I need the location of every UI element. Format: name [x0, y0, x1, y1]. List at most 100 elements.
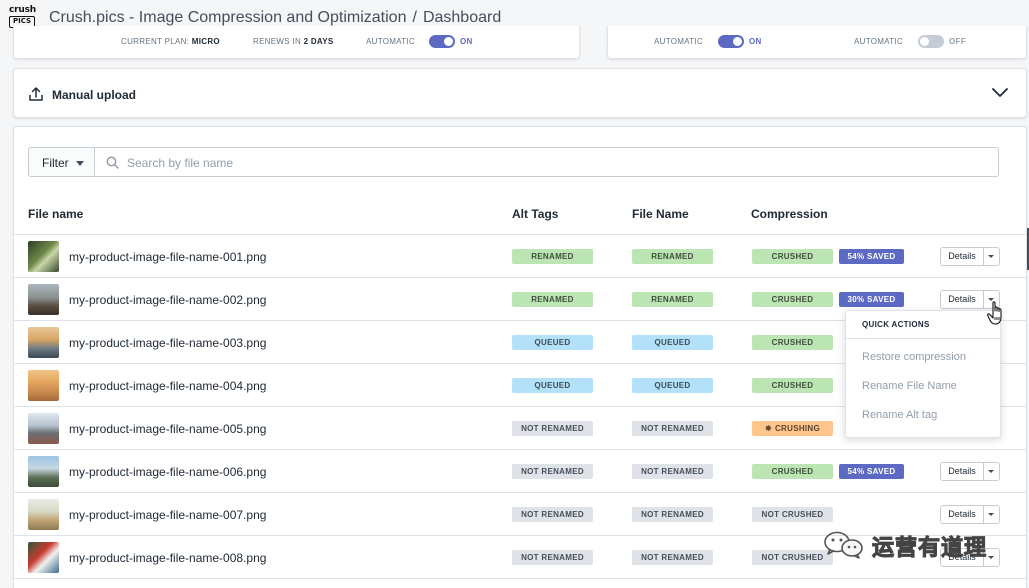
quick-actions-menu: QUICK ACTIONS Restore compression Rename…: [845, 310, 1001, 438]
details-split-button[interactable]: Details: [940, 462, 1000, 481]
file-name-status-badge: NOT RENAMED: [632, 550, 713, 565]
compression-status-badge: ✵ CRUSHING: [752, 421, 833, 436]
alt-tag-status-badge: RENAMED: [512, 292, 593, 307]
image-thumbnail[interactable]: [28, 284, 59, 315]
current-plan-label: CURRENT PLAN:: [121, 37, 190, 46]
status-badge-text: NOT RENAMED: [521, 424, 584, 433]
manual-upload-section[interactable]: Manual upload: [13, 68, 1027, 118]
column-header-file-name[interactable]: File name: [28, 207, 83, 221]
watermark-text: 运营有道理: [871, 536, 988, 562]
details-button[interactable]: Details: [941, 291, 984, 308]
details-split-button[interactable]: Details: [940, 505, 1000, 524]
status-badge-text: RENAMED: [651, 252, 694, 261]
alt-tag-status-badge: RENAMED: [512, 249, 593, 264]
search-box[interactable]: [94, 147, 999, 177]
status-badge-text: CRUSHED: [771, 252, 814, 261]
automatic-label: AUTOMATIC: [654, 37, 704, 46]
column-header-file-name-status[interactable]: File Name: [632, 207, 689, 221]
status-badge-text: CRUSHED: [771, 295, 814, 304]
search-input[interactable]: [127, 154, 977, 171]
file-name-status-badge: RENAMED: [632, 292, 713, 307]
status-badge-text: QUEUED: [654, 381, 691, 390]
status-badge-text: NOT RENAMED: [521, 553, 584, 562]
details-split-button[interactable]: Details: [940, 247, 1000, 266]
column-header-compression[interactable]: Compression: [751, 207, 828, 221]
status-badge-text: RENAMED: [531, 295, 574, 304]
filter-bar: Filter: [28, 147, 999, 177]
status-badge-text: CRUSHED: [771, 467, 814, 476]
file-name: my-product-image-file-name-004.png: [69, 379, 267, 393]
status-badge-text: NOT CRUSHED: [761, 510, 824, 519]
toggle-knob: [444, 37, 453, 46]
breadcrumb-app-title[interactable]: Crush.pics - Image Compression and Optim…: [49, 9, 406, 26]
status-badge-text: CRUSHED: [771, 381, 814, 390]
table-row[interactable]: my-product-image-file-name-006.png NOT RE…: [14, 450, 1026, 493]
quick-actions-toggle-icon[interactable]: [983, 506, 999, 523]
toggle-state: ON: [460, 37, 473, 46]
file-name: my-product-image-file-name-006.png: [69, 465, 267, 479]
quick-actions-toggle-icon[interactable]: [983, 248, 999, 265]
file-name: my-product-image-file-name-001.png: [69, 250, 267, 264]
file-name: my-product-image-file-name-003.png: [69, 336, 267, 350]
menu-item-rename-alt-tag[interactable]: Rename Alt tag: [862, 409, 937, 421]
status-badge-text: NOT RENAMED: [641, 467, 704, 476]
menu-item-restore-compression[interactable]: Restore compression: [862, 351, 966, 363]
image-thumbnail[interactable]: [28, 370, 59, 401]
status-badge-text: QUEUED: [534, 381, 571, 390]
file-name-status-badge: RENAMED: [632, 249, 713, 264]
menu-item-rename-file-name[interactable]: Rename File Name: [862, 380, 957, 392]
filter-button[interactable]: Filter: [28, 147, 95, 177]
chevron-down-icon[interactable]: [992, 86, 1008, 98]
compression-status-badge: NOT CRUSHED: [752, 550, 833, 565]
toggle-knob: [733, 37, 742, 46]
renews-label: RENEWS IN: [253, 37, 302, 46]
renews-info: RENEWS IN 2 DAYS: [253, 37, 334, 46]
compression-status-badge: CRUSHED: [752, 378, 833, 393]
quick-actions-title: QUICK ACTIONS: [862, 320, 930, 329]
plan-card-rename: AUTOMATIC ON AUTOMATIC OFF: [607, 26, 1027, 59]
file-name-status-badge: NOT RENAMED: [632, 421, 713, 436]
automatic-toggle[interactable]: [429, 35, 455, 48]
caret-down-icon: [76, 161, 84, 166]
image-thumbnail[interactable]: [28, 499, 59, 530]
upload-icon: [29, 87, 43, 101]
compression-status-badge: CRUSHED: [752, 292, 833, 307]
image-thumbnail[interactable]: [28, 456, 59, 487]
status-badge-text: QUEUED: [654, 338, 691, 347]
status-badge-text: CRUSHING: [774, 424, 821, 433]
details-button[interactable]: Details: [941, 506, 984, 523]
details-button[interactable]: Details: [941, 463, 984, 480]
image-thumbnail[interactable]: [28, 413, 59, 444]
quick-actions-toggle-icon[interactable]: [983, 463, 999, 480]
current-plan: CURRENT PLAN: MICRO: [121, 37, 220, 46]
automatic-toggle[interactable]: [718, 35, 744, 48]
details-button[interactable]: Details: [941, 248, 984, 265]
compression-status-badge: CRUSHED: [752, 249, 833, 264]
image-thumbnail[interactable]: [28, 241, 59, 272]
image-thumbnail[interactable]: [28, 327, 59, 358]
breadcrumb: Crush.pics - Image Compression and Optim…: [49, 9, 501, 27]
search-icon: [106, 156, 119, 169]
wechat-watermark: 运营有道理: [822, 528, 1002, 562]
compression-status-badge: NOT CRUSHED: [752, 507, 833, 522]
status-badge-text: CRUSHED: [771, 338, 814, 347]
status-badge-text: NOT RENAMED: [641, 553, 704, 562]
status-badge-text: NOT RENAMED: [641, 510, 704, 519]
saved-percent-badge: 54% SAVED: [839, 464, 904, 479]
renews-value: 2 DAYS: [303, 37, 334, 46]
alt-tag-status-badge: QUEUED: [512, 335, 593, 350]
logo-text-top: crush: [9, 5, 36, 15]
column-header-alt-tags[interactable]: Alt Tags: [512, 207, 558, 221]
menu-divider: [846, 338, 1000, 339]
table-row[interactable]: my-product-image-file-name-001.png RENAME…: [14, 235, 1026, 278]
file-name: my-product-image-file-name-002.png: [69, 293, 267, 307]
saved-percent-badge: 54% SAVED: [839, 249, 904, 264]
spinner-icon: ✵: [764, 424, 772, 433]
automatic-toggle[interactable]: [918, 35, 944, 48]
image-thumbnail[interactable]: [28, 542, 59, 573]
status-badge-text: RENAMED: [531, 252, 574, 261]
automatic-label: AUTOMATIC: [854, 37, 904, 46]
file-name-status-badge: NOT RENAMED: [632, 507, 713, 522]
current-plan-value: MICRO: [191, 37, 220, 46]
breadcrumb-separator: /: [412, 9, 417, 26]
